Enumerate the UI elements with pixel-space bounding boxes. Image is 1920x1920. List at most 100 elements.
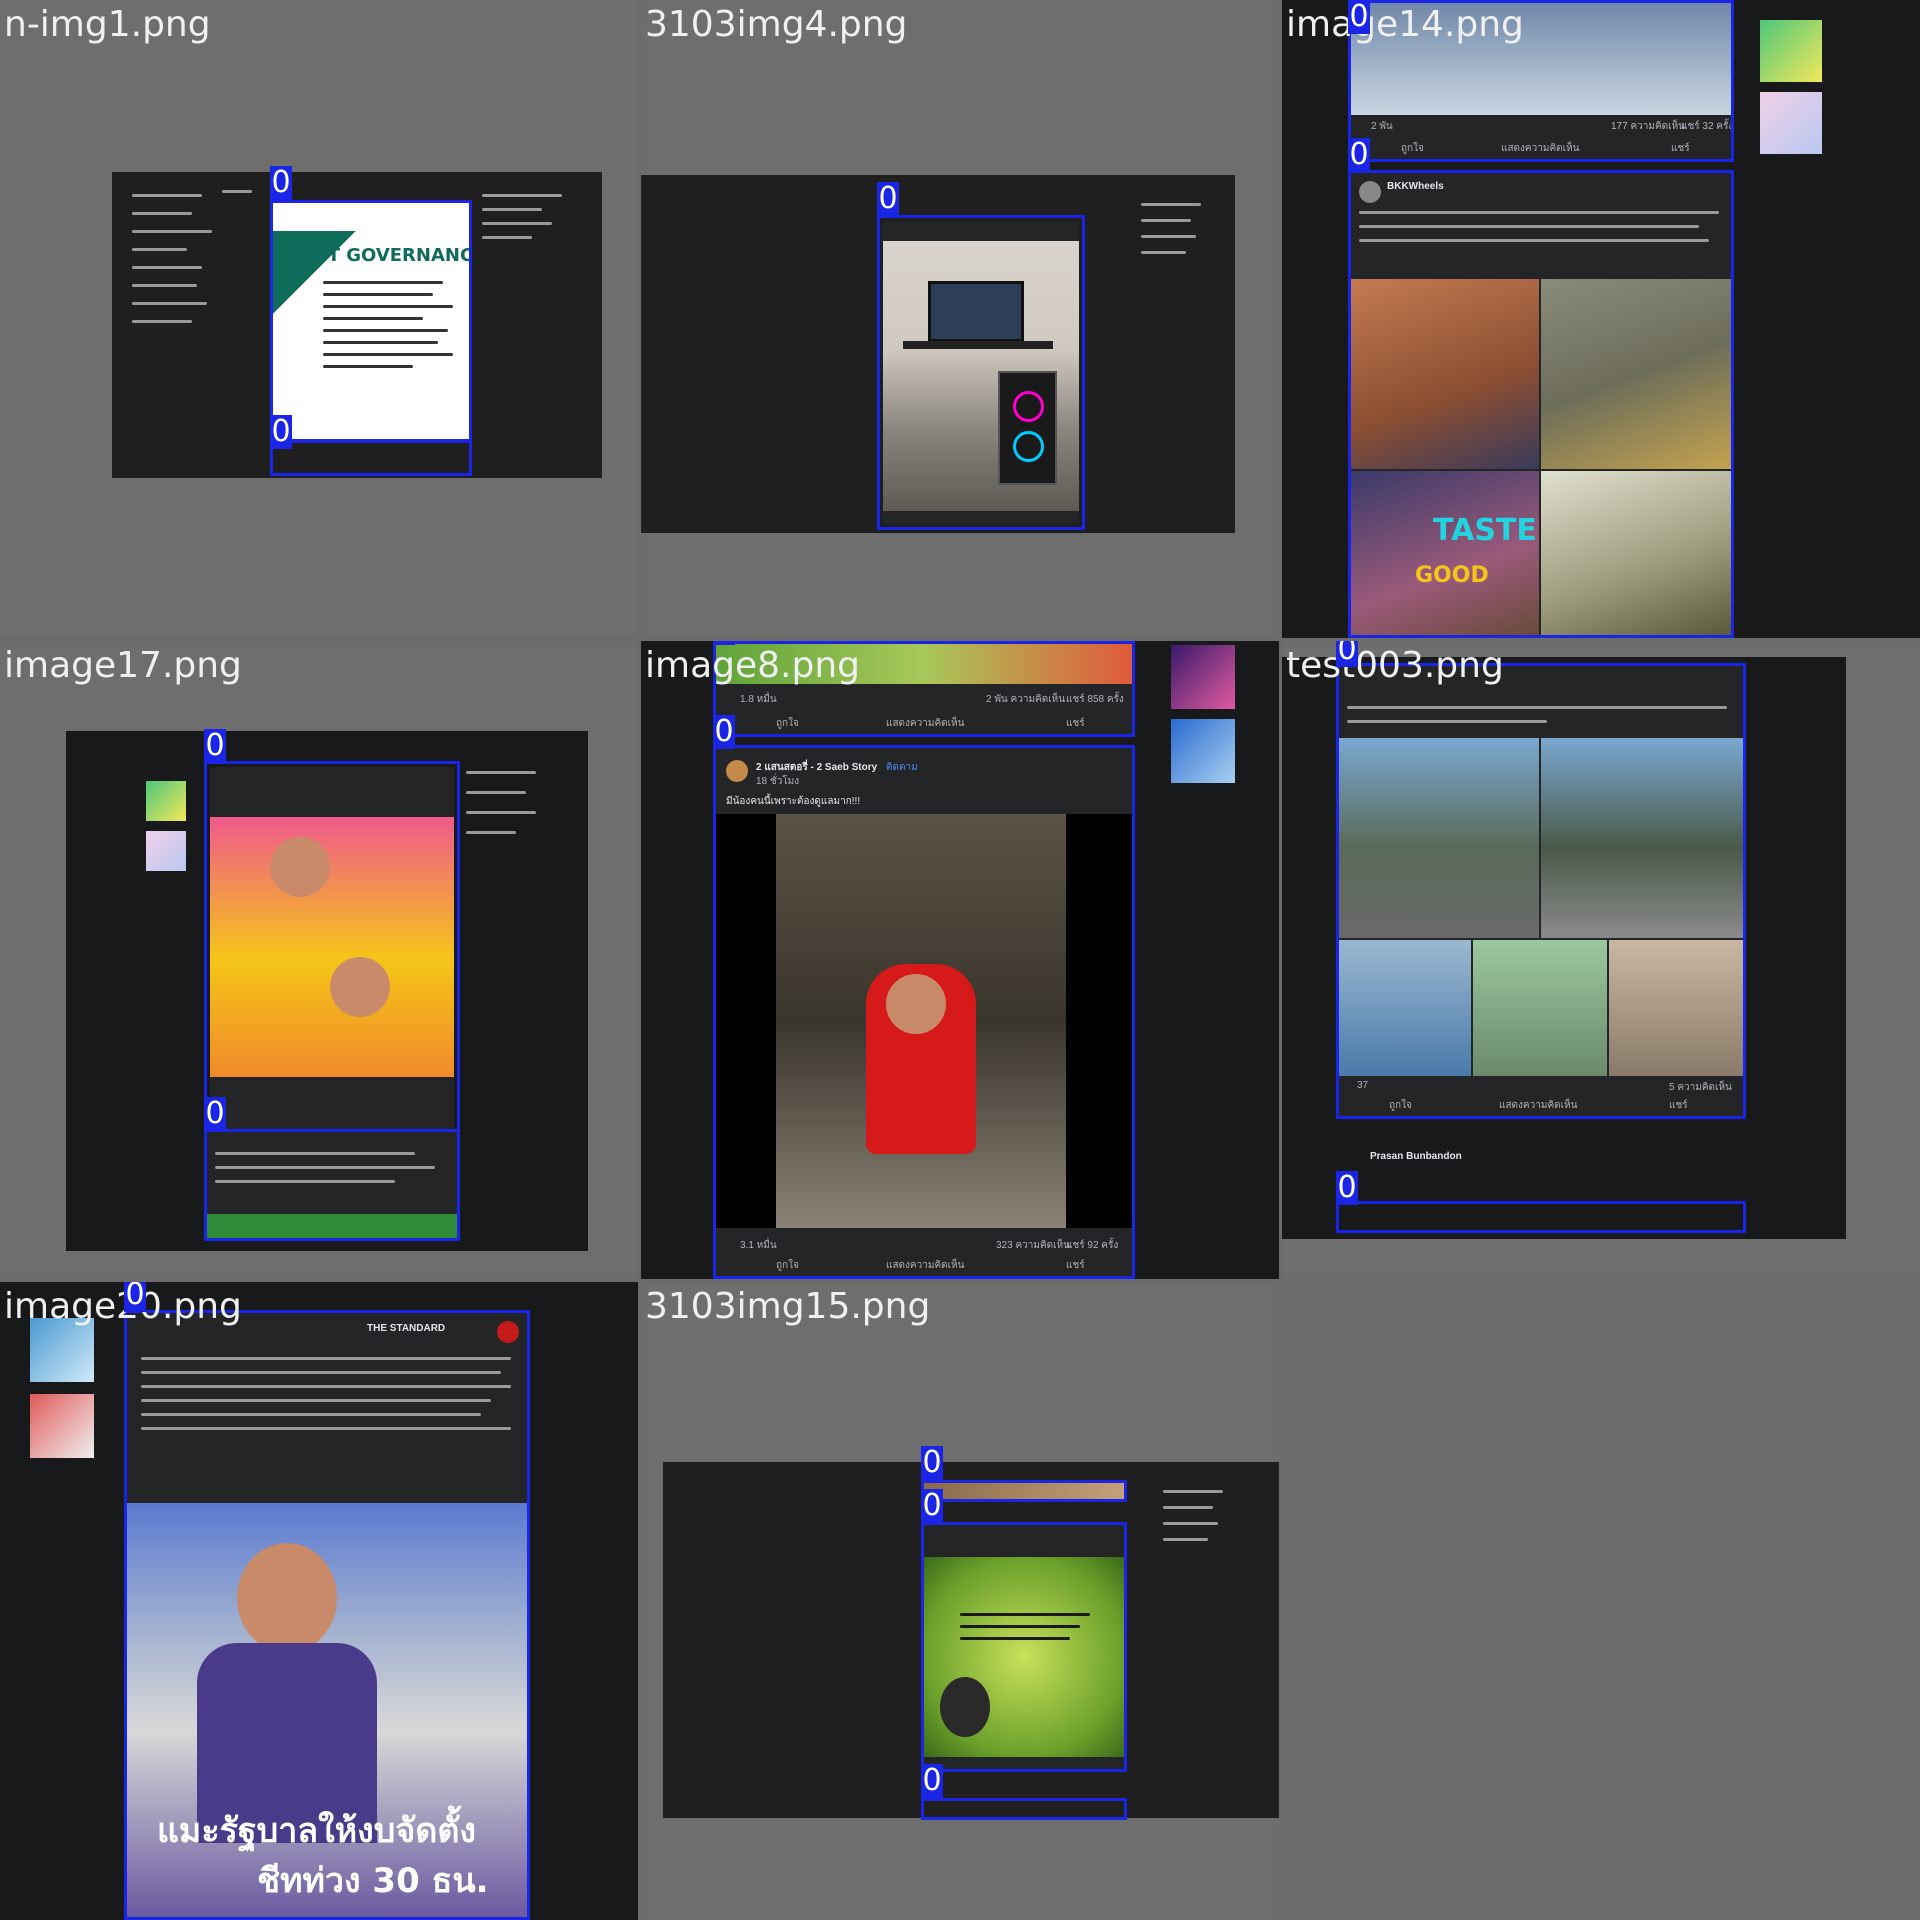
video-thumbnail[interactable]: TASTE GOOD <box>1351 471 1539 635</box>
sponsored-ad-image[interactable] <box>1171 719 1235 783</box>
detection-badge: 0 <box>921 1445 943 1480</box>
bkkwheels-post[interactable]: BKKWheels TASTE GOOD <box>1351 173 1731 635</box>
post-bounding-box <box>921 1798 1127 1820</box>
avatar <box>497 1321 519 1343</box>
post-bounding-box <box>1336 1201 1746 1233</box>
video-player[interactable] <box>716 814 1132 1228</box>
job-poster-image: IT GOVERNANCE <box>273 231 469 411</box>
comment-button[interactable]: แสดงความคิดเห็น <box>886 716 964 731</box>
poster-title: IT GOVERNANCE <box>321 245 469 266</box>
page-name[interactable]: 2 แสนสตอรี่ - 2 Saeb Story <box>756 760 877 775</box>
overlay-text: แมะรัฐบาลให้งบจัดตั้ง <box>157 1811 476 1851</box>
reaction-count: 37 <box>1357 1080 1369 1091</box>
comment-count: 2 พัน ความคิดเห็น <box>986 694 1066 705</box>
sponsored-ad-image[interactable] <box>1760 92 1822 154</box>
detection-badge: 0 <box>1348 0 1370 34</box>
like-button[interactable]: ถูกใจ <box>776 716 799 731</box>
avatar <box>726 760 748 782</box>
detection-badge: 0 <box>921 1488 943 1523</box>
group-post[interactable]: 37 5 ความคิดเห็น ถูกใจ แสดงความคิดเห็น แ… <box>1339 666 1743 1116</box>
post-bounding-box <box>877 215 1085 530</box>
tiktok-post[interactable] <box>207 1132 457 1238</box>
overlay-text: TASTE <box>1433 513 1537 548</box>
detection-badge: 0 <box>713 714 735 749</box>
comment-button[interactable]: แสดงความคิดเห็น <box>1501 141 1579 156</box>
filename-label: image20.png <box>4 1286 242 1327</box>
comment-count: 177 ความคิดเห็น <box>1611 121 1686 132</box>
like-button[interactable]: ถูกใจ <box>1389 1098 1412 1113</box>
filename-label: 3103img4.png <box>645 4 908 45</box>
sponsored-ad-image[interactable] <box>146 831 186 871</box>
sponsored-ad-image[interactable] <box>1171 645 1235 709</box>
tile-test003: test003.png 37 5 ความคิดเห็น ถูกใจ แสดงค… <box>1282 641 1920 1279</box>
news-photo[interactable]: แมะรัฐบาลให้งบจัดตั้ง ชีทท่วง 30 ธน. <box>127 1503 527 1917</box>
detection-badge: 0 <box>204 728 226 763</box>
commenter-name[interactable]: Prasan Bunbandon <box>1370 1151 1462 1162</box>
post-bounding-box <box>204 761 460 1141</box>
reaction-count: 1.8 หมื่น <box>740 694 777 705</box>
detection-badge: 0 <box>270 414 292 449</box>
overlay-text: GOOD <box>1415 563 1489 588</box>
ad-image[interactable] <box>210 817 454 1077</box>
tile-n-img1: n-img1.png IT GOVERNANCE <box>0 0 638 638</box>
post-image[interactable] <box>924 1557 1124 1757</box>
overlay-text: ชีทท่วง 30 ธน. <box>257 1861 489 1901</box>
share-count: แชร์ 92 ครั้ง <box>1066 1240 1119 1251</box>
the-standard-post[interactable]: THE STANDARD แมะรัฐบาลให้งบจัดตั้ง ชีทท่… <box>127 1313 527 1917</box>
detection-badge: 0 <box>1348 137 1370 172</box>
group-photo[interactable] <box>1339 940 1471 1076</box>
detection-badge: 0 <box>713 641 735 645</box>
detection-badge: 0 <box>877 181 899 216</box>
sponsored-ad-image[interactable] <box>30 1394 94 1458</box>
post-bounding-box: 37 5 ความคิดเห็น ถูกใจ แสดงความคิดเห็น แ… <box>1336 663 1746 1119</box>
like-button[interactable]: ถูกใจ <box>1401 141 1424 156</box>
share-button[interactable]: แชร์ <box>1669 1098 1688 1113</box>
post-bounding-box: 2 แสนสตอรี่ - 2 Saeb Story ติดตาม 18 ชั่… <box>713 745 1135 1279</box>
share-button[interactable]: แชร์ <box>1671 141 1690 156</box>
share-button[interactable]: แชร์ <box>1066 1258 1085 1273</box>
comment-count: 323 ความคิดเห็น <box>996 1240 1071 1251</box>
post-bounding-box <box>921 1480 1127 1502</box>
food-photo[interactable] <box>1541 471 1731 635</box>
lipton-ad-post[interactable] <box>210 767 454 1135</box>
post-author[interactable]: BKKWheels <box>1387 181 1444 192</box>
comment-button[interactable]: แสดงความคิดเห็น <box>886 1258 964 1273</box>
reaction-count: 2 พัน <box>1371 121 1393 132</box>
filename-label: image8.png <box>645 645 860 686</box>
tile-3103img15: 3103img15.png 0 0 0 <box>641 1282 1279 1920</box>
post-bounding-box <box>921 1522 1127 1772</box>
avatar <box>1359 181 1381 203</box>
it-governance-post[interactable]: IT GOVERNANCE <box>273 203 469 439</box>
food-photo[interactable] <box>1541 279 1731 469</box>
follow-link[interactable]: ติดตาม <box>886 760 918 775</box>
filename-label: n-img1.png <box>4 4 211 45</box>
tile-image17: image17.png 0 0 <box>0 641 638 1279</box>
tile-3103img4: 3103img4.png 0 <box>641 0 1279 638</box>
filename-label: test003.png <box>1286 645 1504 686</box>
sponsored-ad-image[interactable] <box>146 781 186 821</box>
tile-image20: image20.png THE STANDARD แมะรัฐบาลให้งบจ… <box>0 1282 638 1920</box>
share-button[interactable]: แชร์ <box>1066 716 1085 731</box>
page-name[interactable]: THE STANDARD <box>367 1323 445 1334</box>
spec-post[interactable] <box>924 1525 1124 1769</box>
group-photo[interactable] <box>1609 940 1743 1076</box>
sponsored-ad-image[interactable] <box>30 1318 94 1382</box>
post-bounding-box <box>204 1129 460 1241</box>
video-thumbnail[interactable] <box>1351 279 1539 469</box>
post-bounding-box: IT GOVERNANCE <box>270 200 472 442</box>
group-photo[interactable] <box>1541 738 1743 938</box>
like-button[interactable]: ถูกใจ <box>776 1258 799 1273</box>
gaming-setup-post[interactable] <box>883 221 1079 524</box>
share-count: แชร์ 858 ครั้ง <box>1066 694 1124 705</box>
detection-badge: 0 <box>124 1282 146 1312</box>
sponsored-ad-image[interactable] <box>1760 20 1822 82</box>
group-photo[interactable] <box>1339 738 1539 938</box>
comment-count: 5 ความคิดเห็น <box>1669 1082 1732 1093</box>
tile-image14: image14.png 2 พัน 177 ความคิดเห็น แชร์ 3… <box>1282 0 1920 638</box>
comment-button[interactable]: แสดงความคิดเห็น <box>1499 1098 1577 1113</box>
post-bounding-box <box>270 440 472 476</box>
group-photo[interactable] <box>1473 940 1607 1076</box>
detection-badge: 0 <box>270 165 292 200</box>
detection-badge: 0 <box>921 1763 943 1798</box>
saeb-story-post[interactable]: 2 แสนสตอรี่ - 2 Saeb Story ติดตาม 18 ชั่… <box>716 748 1132 1276</box>
